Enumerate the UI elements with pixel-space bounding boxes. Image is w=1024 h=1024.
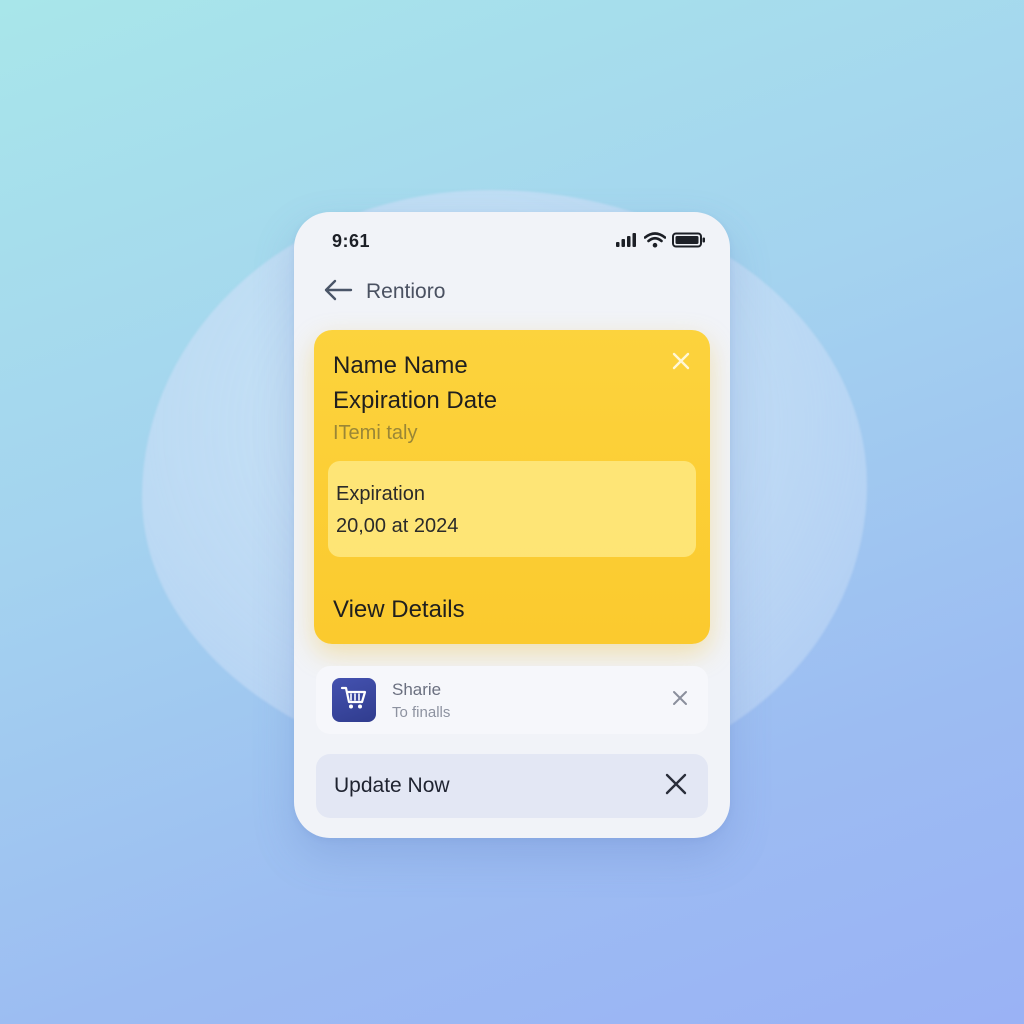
status-time: 9:61 xyxy=(332,231,371,251)
page-title: Rentioro xyxy=(366,280,446,303)
arrow-left-icon xyxy=(323,279,353,306)
expiration-detail-box: Expiration 20,00 at 2024 xyxy=(328,461,696,557)
battery-icon xyxy=(672,232,706,253)
notification-subtitle: To finalls xyxy=(392,704,451,721)
phone-frame: 9:61 Rentioro Name Name Expiration Date … xyxy=(294,212,730,838)
signal-icon xyxy=(616,233,638,252)
app-icon xyxy=(332,678,376,722)
notification-card[interactable]: Sharie To finalls xyxy=(316,666,708,734)
notification-title: Sharie xyxy=(392,680,442,699)
card-meta: ITemi taly xyxy=(333,422,418,444)
card-close-button[interactable] xyxy=(668,350,694,376)
close-icon xyxy=(664,772,688,801)
shopping-cart-icon xyxy=(340,685,368,716)
wifi-icon xyxy=(643,232,667,253)
status-bar: 9:61 xyxy=(294,212,730,268)
update-close-button[interactable] xyxy=(660,770,692,802)
expiration-label: Expiration xyxy=(336,483,425,505)
nav-bar: Rentioro xyxy=(294,268,730,318)
update-now-button[interactable]: Update Now xyxy=(334,774,450,798)
notification-close-button[interactable] xyxy=(666,686,694,714)
expiration-value: 20,00 at 2024 xyxy=(336,515,459,537)
close-icon xyxy=(671,689,689,712)
close-icon xyxy=(671,351,691,376)
expiration-card: Name Name Expiration Date ITemi taly Exp… xyxy=(314,330,710,644)
update-bar: Update Now xyxy=(316,754,708,818)
card-subtitle: Expiration Date xyxy=(333,387,498,414)
status-icons xyxy=(616,232,706,253)
view-details-button[interactable]: View Details xyxy=(333,596,465,624)
back-button[interactable] xyxy=(320,274,356,310)
card-title: Name Name xyxy=(333,352,468,379)
